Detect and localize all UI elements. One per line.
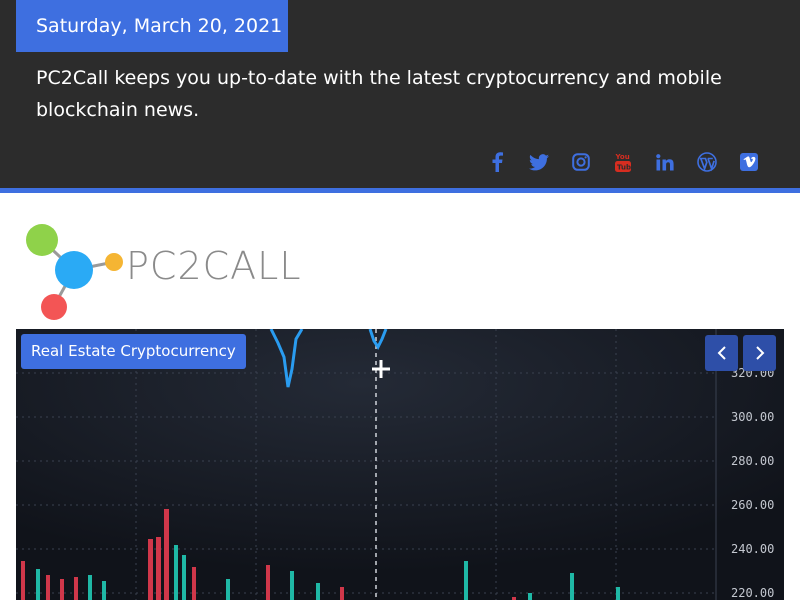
logo-text: PC2CALL [126,244,302,288]
header-divider [0,188,800,193]
social-links: You Tube [476,148,770,176]
axis-label: 280.00 [731,454,774,468]
logo-dot [105,253,123,271]
facebook-icon [492,152,503,172]
linkedin-icon [656,153,674,170]
chevron-right-icon [755,346,764,360]
category-badge[interactable]: Real Estate Cryptocurrency [21,334,246,369]
twitter-link[interactable] [518,148,560,176]
slider-next-button[interactable] [743,335,776,371]
logo-molecule-icon [26,224,123,320]
slider-prev-button[interactable] [705,335,738,371]
vimeo-link[interactable] [728,148,770,176]
date-badge: Saturday, March 20, 2021 [16,0,288,52]
top-header: Saturday, March 20, 2021 PC2Call keeps y… [0,0,800,188]
chevron-left-icon [717,346,726,360]
logo-dot [26,224,58,256]
axis-label: 300.00 [731,410,774,424]
linkedin-link[interactable] [644,148,686,176]
twitter-icon [529,153,549,170]
logo-dot [55,251,93,289]
instagram-link[interactable] [560,148,602,176]
featured-slider[interactable]: 320.00 300.00 280.00 260.00 240.00 220.0… [16,329,784,600]
vimeo-icon [740,153,758,171]
wordpress-icon [697,152,717,172]
svg-text:You: You [615,153,630,161]
site-tagline: PC2Call keeps you up-to-date with the la… [36,67,722,121]
youtube-link[interactable]: You Tube [602,148,644,176]
axis-label: 220.00 [731,586,774,600]
site-logo[interactable]: PC2CALL [22,218,322,324]
axis-label: 260.00 [731,498,774,512]
logo-dot [41,294,67,320]
axis-label: 240.00 [731,542,774,556]
instagram-icon [572,153,590,171]
wordpress-link[interactable] [686,148,728,176]
slide-background-image: 320.00 300.00 280.00 260.00 240.00 220.0… [16,329,784,600]
youtube-icon: You Tube [615,153,631,172]
svg-text:Tube: Tube [617,164,631,172]
facebook-link[interactable] [476,148,518,176]
